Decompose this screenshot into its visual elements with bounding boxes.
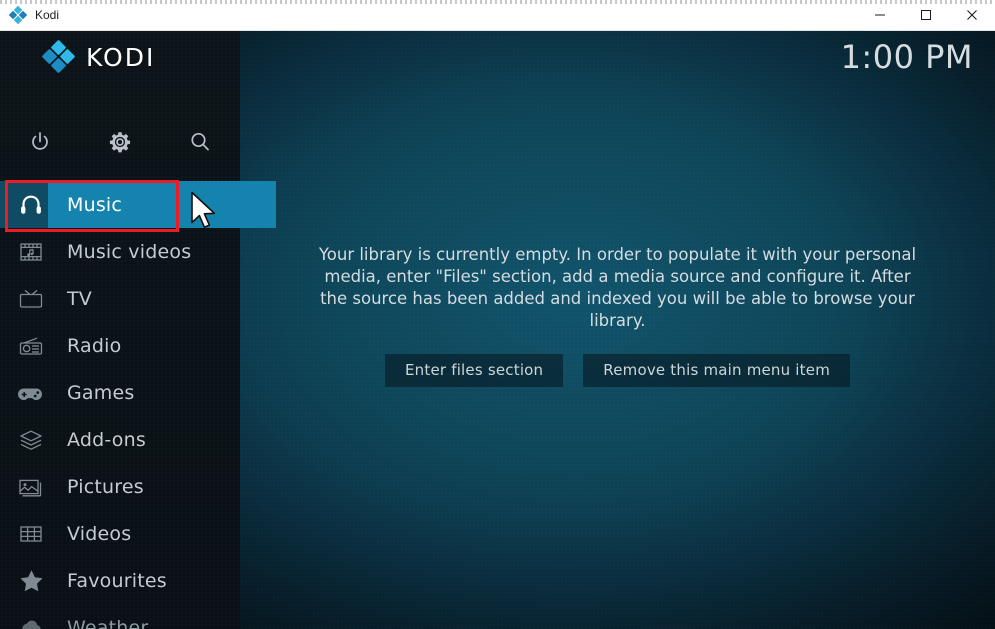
action-button-row: Enter files section Remove this main men… bbox=[385, 354, 850, 387]
weather-icon bbox=[6, 616, 56, 629]
enter-files-section-button[interactable]: Enter files section bbox=[385, 354, 563, 387]
maximize-icon[interactable] bbox=[903, 0, 949, 31]
sidebar-item-music-videos[interactable]: Music videos bbox=[0, 228, 240, 275]
television-icon bbox=[6, 287, 56, 311]
clock: 1:00 PM bbox=[841, 38, 973, 76]
kodi-logo-icon bbox=[10, 7, 26, 23]
sidebar-item-label: Videos bbox=[67, 523, 131, 545]
power-icon[interactable] bbox=[0, 123, 80, 161]
sidebar-item-favourites[interactable]: Favourites bbox=[0, 557, 240, 604]
main-content: Your library is currently empty. In orde… bbox=[240, 31, 995, 629]
sidebar-toolbar bbox=[0, 123, 240, 161]
star-icon bbox=[6, 568, 56, 594]
kodi-logo-icon bbox=[44, 42, 74, 72]
settings-gear-icon[interactable] bbox=[80, 123, 160, 161]
sidebar-item-label: Add-ons bbox=[67, 429, 146, 451]
sidebar-menu: Music bbox=[0, 181, 240, 629]
videos-film-icon bbox=[6, 522, 56, 546]
gamepad-icon bbox=[6, 382, 56, 404]
window-title: Kodi bbox=[35, 8, 59, 22]
addons-box-icon bbox=[6, 428, 56, 452]
window-title-bar: Kodi bbox=[0, 0, 995, 31]
sidebar-item-label: Weather bbox=[67, 617, 148, 629]
kodi-brand: KODI bbox=[44, 42, 155, 72]
sidebar-item-label: Music videos bbox=[67, 241, 191, 263]
sidebar-item-tv[interactable]: TV bbox=[0, 275, 240, 322]
window-controls bbox=[857, 0, 995, 31]
close-icon[interactable] bbox=[949, 0, 995, 31]
pictures-icon bbox=[6, 475, 56, 499]
search-icon[interactable] bbox=[160, 123, 240, 161]
sidebar-item-games[interactable]: Games bbox=[0, 369, 240, 416]
sidebar-item-videos[interactable]: Videos bbox=[0, 510, 240, 557]
sidebar-item-label: Games bbox=[67, 382, 134, 404]
empty-library-message: Your library is currently empty. In orde… bbox=[318, 244, 918, 332]
kodi-brand-text: KODI bbox=[86, 43, 155, 72]
headphones-icon bbox=[6, 192, 56, 218]
sidebar-item-music[interactable]: Music bbox=[0, 181, 240, 228]
sidebar-item-label: Favourites bbox=[67, 570, 167, 592]
sidebar-item-add-ons[interactable]: Add-ons bbox=[0, 416, 240, 463]
minimize-icon[interactable] bbox=[857, 0, 903, 31]
sidebar-item-label: Radio bbox=[67, 335, 121, 357]
sidebar-item-radio[interactable]: Radio bbox=[0, 322, 240, 369]
sidebar-item-label: Pictures bbox=[67, 476, 144, 498]
titlebar-artifact-strip bbox=[0, 0, 995, 4]
sidebar-item-label: Music bbox=[67, 194, 122, 216]
remove-main-menu-item-button[interactable]: Remove this main menu item bbox=[583, 354, 850, 387]
sidebar-item-weather[interactable]: Weather bbox=[0, 604, 240, 629]
sidebar-item-label: TV bbox=[67, 288, 92, 310]
kodi-application: 1:00 PM Your library is currently empty.… bbox=[0, 31, 995, 629]
film-music-icon bbox=[6, 240, 56, 264]
sidebar: KODI bbox=[0, 31, 240, 629]
radio-icon bbox=[6, 334, 56, 358]
selected-item-highlight-overflow bbox=[240, 181, 276, 228]
sidebar-item-pictures[interactable]: Pictures bbox=[0, 463, 240, 510]
